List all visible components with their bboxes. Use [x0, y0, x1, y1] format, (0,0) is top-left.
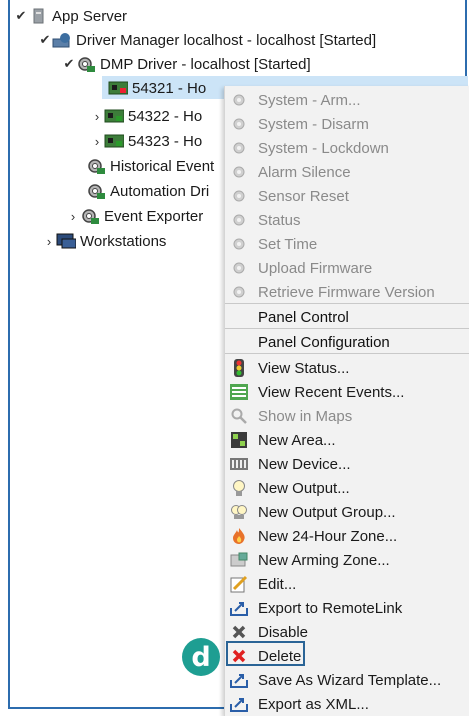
tree-node-historical-event[interactable]: Historical Event [86, 155, 214, 177]
tree-label: 54323 - Ho [128, 132, 203, 150]
menu-separator [225, 303, 469, 304]
tree-label: Historical Event [110, 157, 215, 175]
gear-icon [230, 259, 248, 277]
gear-icon [76, 55, 96, 73]
area-icon [230, 431, 248, 449]
menu-item-panel-configuration[interactable]: Panel Configuration [225, 330, 469, 354]
arming-zone-icon [230, 551, 248, 569]
export-icon [230, 695, 248, 713]
gear-icon [230, 187, 248, 205]
tree-label: Workstations [80, 232, 167, 250]
chevron-down-icon[interactable]: ✔ [14, 8, 28, 24]
tree-label: DMP Driver - localhost [Started] [100, 55, 311, 73]
lightbulb-group-icon [230, 503, 248, 521]
edit-icon [230, 575, 248, 593]
menu-item-new-output[interactable]: New Output... [225, 476, 469, 500]
list-icon [230, 383, 248, 401]
workstation-icon [56, 232, 76, 250]
delete-highlight-box [226, 641, 305, 666]
gear-icon [230, 115, 248, 133]
menu-item-system-lockdown[interactable]: System - Lockdown [225, 136, 469, 160]
tree-label: App Server [52, 7, 128, 25]
tree-node-automation-driver[interactable]: Automation Dri [86, 180, 209, 202]
gear-icon [230, 91, 248, 109]
chevron-right-icon[interactable]: › [42, 234, 56, 249]
menu-item-show-in-maps[interactable]: Show in Maps [225, 404, 469, 428]
menu-separator [225, 328, 469, 329]
panel-board-icon [104, 132, 124, 150]
traffic-light-icon [230, 359, 248, 377]
tree-node-app-server[interactable]: ✔ App Server [14, 5, 128, 27]
tree-node-workstations[interactable]: › Workstations [42, 230, 167, 252]
tree-node-driver-manager[interactable]: ✔ Driver Manager localhost - localhost [… [38, 29, 377, 51]
export-icon [230, 671, 248, 689]
menu-item-sensor-reset[interactable]: Sensor Reset [225, 184, 469, 208]
callout-badge: d [182, 638, 220, 676]
tree-label: 54321 - Ho [132, 79, 207, 97]
menu-item-new-device[interactable]: New Device... [225, 452, 469, 476]
menu-item-upload-firmware[interactable]: Upload Firmware [225, 256, 469, 280]
gear-icon [230, 211, 248, 229]
context-menu: System - Arm... System - Disarm System -… [224, 86, 469, 716]
menu-item-set-time[interactable]: Set Time [225, 232, 469, 256]
device-icon [230, 455, 248, 473]
tree-label: 54322 - Ho [128, 107, 203, 125]
flame-icon [230, 527, 248, 545]
magnifier-icon [230, 407, 248, 425]
menu-item-alarm-silence[interactable]: Alarm Silence [225, 160, 469, 184]
tree-node-panel-54322[interactable]: › 54322 - Ho [90, 105, 202, 127]
menu-item-status[interactable]: Status [225, 208, 469, 232]
menu-item-new-area[interactable]: New Area... [225, 428, 469, 452]
tree-node-event-exporter[interactable]: › Event Exporter [66, 205, 203, 227]
menu-item-save-as-wizard-template[interactable]: Save As Wizard Template... [225, 668, 469, 692]
chevron-right-icon[interactable]: › [90, 134, 104, 149]
gear-icon [230, 283, 248, 301]
menu-item-view-recent-events[interactable]: View Recent Events... [225, 380, 469, 404]
tree-label: Driver Manager localhost - localhost [St… [76, 31, 377, 49]
gear-icon [86, 157, 106, 175]
driver-manager-icon [52, 31, 72, 49]
menu-separator [225, 353, 469, 354]
tree-label: Event Exporter [104, 207, 204, 225]
chevron-down-icon[interactable]: ✔ [38, 32, 52, 48]
gear-icon [230, 139, 248, 157]
menu-item-edit[interactable]: Edit... [225, 572, 469, 596]
panel-board-icon [104, 107, 124, 125]
chevron-down-icon[interactable]: ✔ [62, 56, 76, 72]
lightbulb-icon [230, 479, 248, 497]
tree-node-dmp-driver[interactable]: ✔ DMP Driver - localhost [Started] [62, 53, 311, 75]
gear-icon [80, 207, 100, 225]
menu-item-system-arm[interactable]: System - Arm... [225, 88, 469, 112]
menu-item-new-output-group[interactable]: New Output Group... [225, 500, 469, 524]
tree-label: Automation Dri [110, 182, 210, 200]
disable-x-icon [230, 623, 248, 641]
menu-item-system-disarm[interactable]: System - Disarm [225, 112, 469, 136]
server-icon [28, 7, 48, 25]
panel-board-icon [108, 79, 128, 97]
tree-node-panel-54323[interactable]: › 54323 - Ho [90, 130, 202, 152]
menu-item-export-to-remotelink[interactable]: Export to RemoteLink [225, 596, 469, 620]
gear-icon [230, 163, 248, 181]
gear-icon [230, 235, 248, 253]
menu-item-new-arming-zone[interactable]: New Arming Zone... [225, 548, 469, 572]
menu-item-panel-control[interactable]: Panel Control [225, 305, 469, 329]
chevron-right-icon[interactable]: › [66, 209, 80, 224]
chevron-right-icon[interactable]: › [90, 109, 104, 124]
gear-icon [86, 182, 106, 200]
tree-node-panel-54321[interactable]: 54321 - Ho [108, 77, 206, 99]
export-icon [230, 599, 248, 617]
menu-item-view-status[interactable]: View Status... [225, 356, 469, 380]
menu-item-export-as-xml[interactable]: Export as XML... [225, 692, 469, 716]
menu-item-retrieve-firmware-version[interactable]: Retrieve Firmware Version [225, 280, 469, 304]
menu-item-new-24-hour-zone[interactable]: New 24-Hour Zone... [225, 524, 469, 548]
